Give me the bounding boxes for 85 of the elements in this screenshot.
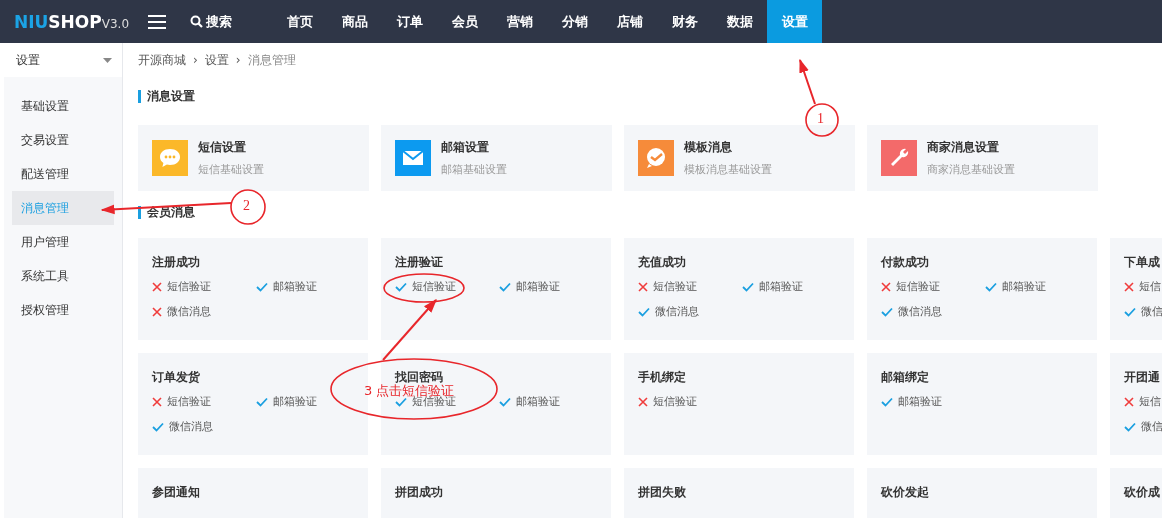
annotation-arrow — [382, 298, 437, 361]
card-title: 付款成功 — [881, 254, 930, 270]
card-title: 短信设置 — [198, 139, 247, 156]
annotation-label: 1 — [817, 112, 824, 126]
logo: NIUSHOPV3.0 — [14, 11, 130, 32]
card-subtitle: 模板消息基础设置 — [684, 162, 772, 177]
card-title: 邮箱设置 — [441, 139, 490, 156]
card-title: 开团通 — [1124, 369, 1161, 385]
wrench-icon — [881, 140, 917, 176]
message-toggle-link[interactable]: 短信验证 — [412, 279, 456, 294]
nav-tab[interactable]: 营销 — [492, 0, 547, 43]
card-title: 砍价成 — [1124, 484, 1161, 500]
nav-tab[interactable]: 订单 — [382, 0, 437, 43]
card-subtitle: 商家消息基础设置 — [927, 162, 1015, 177]
message-toggle-link[interactable]: 短信验证 — [167, 279, 211, 294]
card-title: 砍价发起 — [881, 484, 930, 500]
card-title: 注册成功 — [152, 254, 201, 270]
breadcrumb-link[interactable]: 开源商城 — [138, 51, 186, 69]
search-icon — [190, 15, 203, 28]
annotation-label: 2 — [243, 199, 250, 213]
message-toggle-link[interactable]: 微信消息 — [169, 419, 213, 434]
nav-tab[interactable]: 店铺 — [602, 0, 657, 43]
chat-bubble-icon — [152, 140, 188, 176]
nav-tab[interactable]: 首页 — [272, 0, 327, 43]
settings-card[interactable]: 邮箱设置 邮箱基础设置 — [381, 125, 612, 191]
card-title: 邮箱绑定 — [881, 369, 930, 385]
breadcrumb-separator: › — [235, 53, 241, 67]
card-title: 注册验证 — [395, 254, 444, 270]
message-toggle-link[interactable]: 短信验证 — [653, 394, 697, 409]
breadcrumb-link[interactable]: 设置 — [204, 51, 229, 69]
message-toggle-link[interactable]: 短信 — [1139, 279, 1161, 294]
message-toggle-link[interactable]: 短信验证 — [167, 394, 211, 409]
search-button[interactable]: 搜索 — [190, 12, 232, 31]
settings-card[interactable]: 商家消息设置 商家消息基础设置 — [867, 125, 1098, 191]
breadcrumb-separator: › — [193, 53, 198, 67]
caret-icon — [103, 57, 112, 63]
menu-icon[interactable] — [148, 14, 166, 29]
card-title: 拼团成功 — [395, 484, 444, 500]
envelope-icon — [395, 140, 431, 176]
sidebar-item[interactable]: 授权管理 — [12, 293, 114, 327]
message-toggle-link[interactable]: 邮箱验证 — [516, 279, 560, 294]
card-title: 模板消息 — [684, 139, 733, 156]
message-toggle-link[interactable]: 邮箱验证 — [898, 394, 942, 409]
annotation-circle — [230, 189, 266, 225]
card-title: 找回密码 — [395, 369, 444, 384]
message-toggle-link[interactable]: 邮箱验证 — [273, 279, 317, 294]
message-toggle-link[interactable]: 微信消息 — [167, 304, 211, 319]
card-title: 订单发货 — [152, 369, 201, 385]
card-title: 拼团失败 — [638, 484, 687, 500]
message-toggle-link[interactable]: 短信 — [1139, 394, 1161, 409]
card-subtitle: 邮箱基础设置 — [441, 162, 507, 177]
nav-tab[interactable]: 分销 — [547, 0, 602, 43]
sidebar-item[interactable]: 交易设置 — [12, 123, 114, 157]
section-title: 消息设置 — [138, 81, 1162, 111]
card-subtitle: 短信基础设置 — [198, 162, 264, 177]
check-bubble-icon — [638, 140, 674, 176]
message-toggle-link[interactable]: 邮箱验证 — [273, 394, 317, 409]
module-select[interactable]: 设置 — [4, 43, 122, 77]
nav-tab[interactable]: 会员 — [437, 0, 492, 43]
annotation-circle — [805, 103, 839, 137]
message-toggle-link[interactable]: 邮箱验证 — [516, 394, 560, 409]
sidebar-item[interactable]: 用户管理 — [12, 225, 114, 259]
message-toggle-link[interactable]: 微信 — [1141, 419, 1162, 434]
sidebar-item[interactable]: 配送管理 — [12, 157, 114, 191]
message-toggle-link[interactable]: 微信 — [1141, 304, 1162, 319]
card-title: 手机绑定 — [638, 369, 687, 385]
sidebar-item[interactable]: 基础设置 — [12, 89, 114, 123]
message-toggle-link[interactable]: 邮箱验证 — [1002, 279, 1046, 294]
annotation-label: 3 点击短信验证 — [364, 384, 455, 397]
nav-tab[interactable]: 财务 — [657, 0, 712, 43]
card-title: 商家消息设置 — [927, 139, 1000, 156]
message-toggle-link[interactable]: 邮箱验证 — [759, 279, 803, 294]
sidebar-item[interactable]: 系统工具 — [12, 259, 114, 293]
settings-card[interactable]: 短信设置 短信基础设置 — [138, 125, 369, 191]
nav-tab[interactable]: 商品 — [327, 0, 382, 43]
message-toggle-link[interactable]: 短信验证 — [653, 279, 697, 294]
nav-tab[interactable]: 数据 — [712, 0, 767, 43]
message-toggle-link[interactable]: 微信消息 — [898, 304, 942, 319]
card-title: 下单成 — [1124, 254, 1161, 270]
settings-card[interactable]: 模板消息 模板消息基础设置 — [624, 125, 855, 191]
message-toggle-link[interactable]: 短信验证 — [896, 279, 940, 294]
annotation-arrow — [799, 58, 816, 105]
card-title: 充值成功 — [638, 254, 687, 270]
message-toggle-link[interactable]: 微信消息 — [655, 304, 699, 319]
card-title: 参团通知 — [152, 484, 201, 500]
